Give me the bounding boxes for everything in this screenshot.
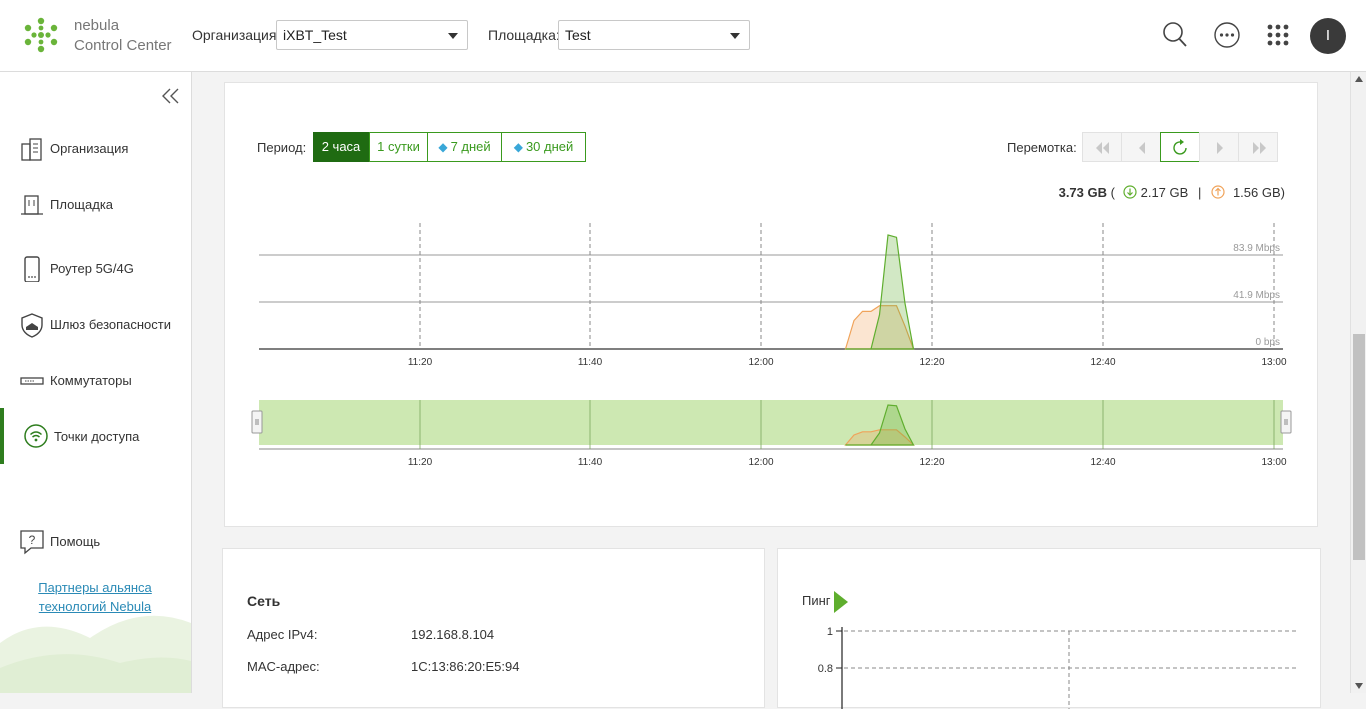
apps-grid-icon[interactable] (1261, 18, 1295, 52)
navigator-right-handle[interactable] (1280, 410, 1292, 434)
sidebar-item-access-points[interactable]: Точки доступа (0, 408, 191, 464)
ipv4-label: Адрес IPv4: (247, 627, 318, 642)
network-title: Сеть (247, 593, 281, 609)
sidebar-item-label: Точки доступа (54, 429, 140, 444)
x-tick-label: 13:00 (1261, 357, 1286, 368)
more-options-icon[interactable] (1210, 18, 1244, 52)
x-tick-label: 11:20 (408, 357, 433, 368)
sidebar-item-help[interactable]: ? Помощь (0, 521, 191, 561)
sidebar-item-security-gateway[interactable]: Шлюз безопасности (0, 304, 191, 344)
navigator-x-tick-label: 12:40 (1090, 457, 1115, 468)
partners-link-line2: технологий Nebula (38, 599, 152, 614)
site-icon (21, 195, 43, 215)
organization-select[interactable]: iXBT_Test (276, 20, 468, 50)
scroll-up-icon[interactable] (1355, 76, 1363, 82)
scrollbar-thumb[interactable] (1353, 334, 1365, 560)
network-card: Сеть Адрес IPv4: 192.168.8.104 MAC-адрес… (222, 548, 765, 708)
chevron-down-icon (448, 33, 458, 39)
page-scrollbar[interactable] (1350, 72, 1366, 693)
traffic-chart: 0 bps 41.9 Mbps 83.9 Mbps 11:20 11:40 12:00 12… (251, 223, 1292, 468)
x-tick-label: 12:20 (919, 357, 944, 368)
navigator-x-tick-label: 13:00 (1261, 457, 1286, 468)
building-icon (21, 138, 42, 161)
mobile-router-icon (24, 256, 40, 282)
sidebar-item-organization[interactable]: Организация (0, 128, 191, 168)
navigator-selected-range (259, 400, 1283, 445)
collapse-sidebar-icon[interactable] (160, 86, 182, 106)
site-select[interactable]: Test (558, 20, 750, 50)
site-value: Test (565, 27, 591, 43)
ping-y-tick-0.8: 0.8 (818, 663, 833, 675)
navigator-x-tick-label: 11:40 (578, 457, 603, 468)
help-icon: ? (20, 530, 44, 555)
nebula-logo-icon[interactable] (22, 16, 60, 54)
y-tick-label: 0 bps (1256, 337, 1280, 348)
search-icon[interactable] (1158, 18, 1192, 52)
partners-link-line1: Партнеры альянса (38, 580, 152, 595)
organization-value: iXBT_Test (283, 27, 347, 43)
sidebar-item-label: Шлюз безопасности (50, 317, 172, 332)
sidebar-item-router[interactable]: Роутер 5G/4G (0, 248, 191, 288)
navigator-x-tick-label: 11:20 (408, 457, 433, 468)
navigator-x-tick-label: 12:20 (919, 457, 944, 468)
scroll-down-icon[interactable] (1355, 683, 1363, 689)
switch-icon (20, 377, 44, 385)
y-tick-label: 41.9 Mbps (1233, 290, 1280, 301)
navigator-x-tick-label: 12:00 (748, 457, 773, 468)
wifi-access-point-icon (24, 424, 48, 448)
logo-text-line1: nebula (74, 17, 120, 34)
x-tick-label: 12:00 (748, 357, 773, 368)
sidebar-item-label: Площадка (50, 197, 114, 212)
logo-text-line2: Control Center (74, 37, 172, 54)
sidebar-item-label: Роутер 5G/4G (50, 261, 134, 276)
x-tick-label: 12:40 (1090, 357, 1115, 368)
mac-label: MAC-адрес: (247, 659, 320, 674)
partners-link[interactable]: Партнеры альянса технологий Nebula (20, 578, 170, 616)
sidebar: Организация Площадка Роутер 5G/4G Шлюз б… (0, 72, 192, 693)
sidebar-item-site[interactable]: Площадка (0, 184, 191, 224)
sidebar-item-switches[interactable]: Коммутаторы (0, 360, 191, 400)
ipv4-value: 192.168.8.104 (411, 627, 495, 642)
top-bar: nebula Control Center Организация: iXBT_… (0, 0, 1366, 72)
user-avatar[interactable]: I (1310, 18, 1346, 54)
chevron-down-icon (730, 33, 740, 39)
sidebar-item-label: Организация (50, 141, 129, 156)
x-tick-label: 11:40 (578, 357, 603, 368)
y-tick-label: 83.9 Mbps (1233, 243, 1280, 254)
shield-icon (21, 313, 43, 338)
ping-y-tick-1: 1 (827, 626, 833, 638)
ping-card: Пинг 1 0.8 (777, 548, 1321, 709)
navigator-left-handle[interactable] (251, 410, 263, 434)
sidebar-item-label: Коммутаторы (50, 373, 132, 388)
site-label: Площадка: (488, 27, 560, 43)
mac-value: 1C:13:86:20:E5:94 (411, 659, 520, 674)
ping-chart: 1 0.8 (818, 626, 1296, 709)
organization-label: Организация: (192, 27, 281, 43)
traffic-card: Период: 2 часа 1 сутки ◆ 7 дней ◆ 30 дней … (224, 82, 1318, 527)
sidebar-item-label: Помощь (50, 534, 101, 549)
svg-text:?: ? (29, 533, 36, 547)
